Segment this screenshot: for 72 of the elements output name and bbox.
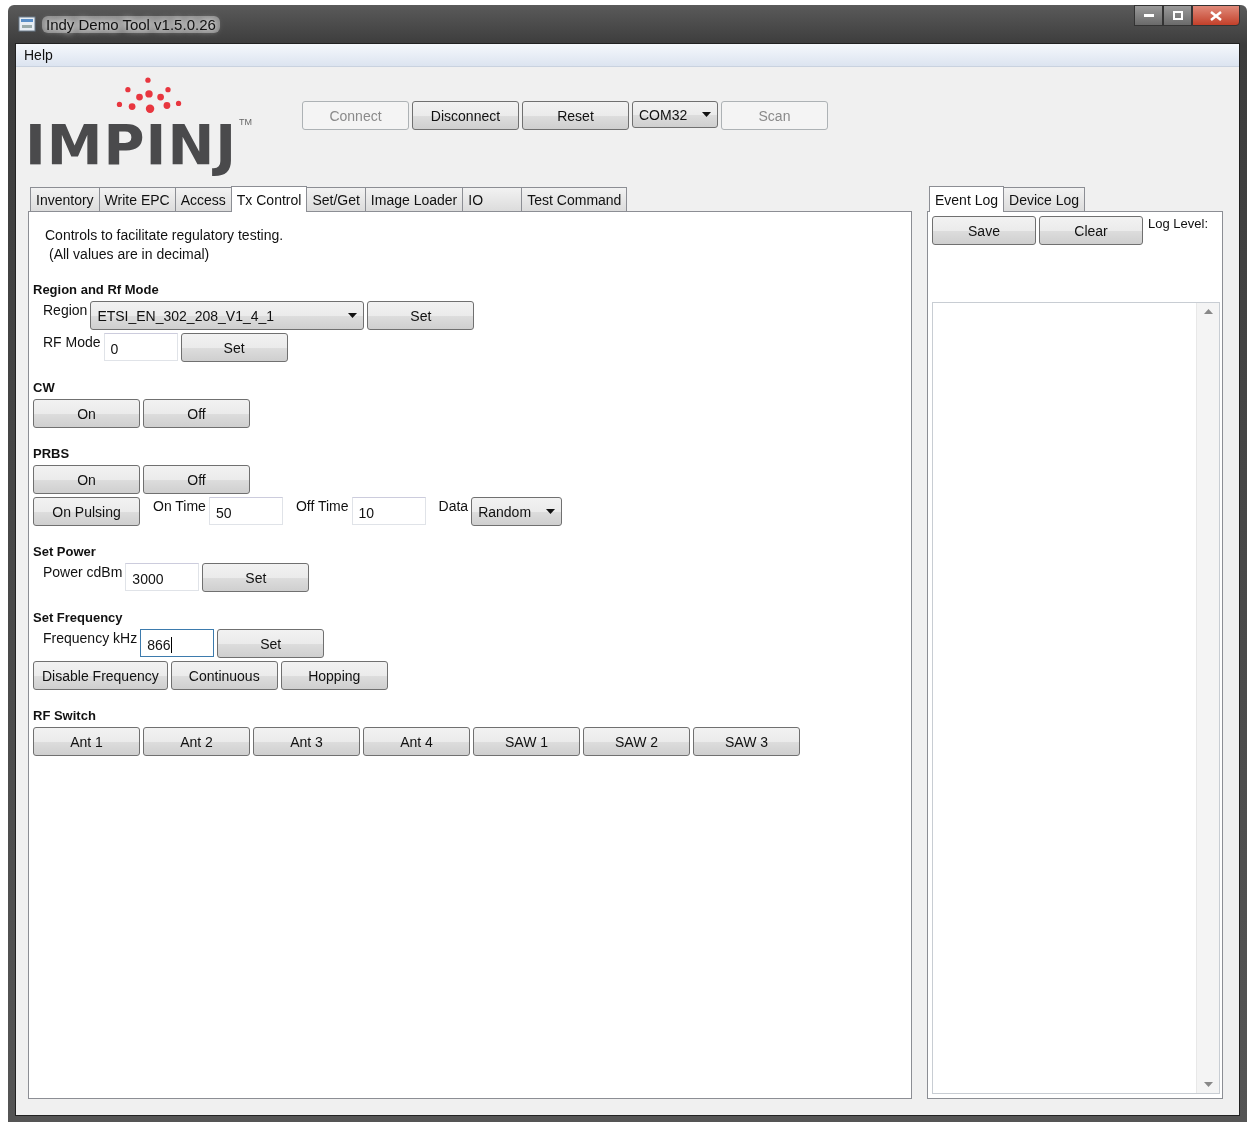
minimize-icon: [1143, 13, 1154, 18]
input-field[interactable]: 3000: [125, 563, 200, 591]
action-button[interactable]: Ant 2: [143, 727, 250, 756]
field-label: Power cdBm: [43, 563, 123, 581]
maximize-icon: [1172, 11, 1183, 20]
section-title: PRBS: [33, 446, 71, 461]
field-label: Region: [43, 301, 88, 319]
tab[interactable]: Event Log: [929, 186, 1005, 212]
dropdown-caret-icon: [348, 313, 358, 318]
field-label: On Time: [153, 497, 206, 515]
tab[interactable]: Write EPC: [98, 187, 176, 211]
field-label: Frequency kHz: [43, 629, 138, 647]
description-text: (All values are in decimal): [48, 245, 211, 264]
data-dropdown[interactable]: Random: [471, 497, 563, 526]
log-level-label: Log Level:: [1148, 216, 1208, 231]
action-button[interactable]: Set: [217, 629, 325, 658]
trademark-mark: TM: [239, 117, 252, 127]
app-icon: [18, 16, 36, 32]
action-button[interactable]: Ant 1: [33, 727, 140, 756]
action-button[interactable]: SAW 3: [693, 727, 800, 756]
field-label: Data: [438, 497, 469, 515]
tab[interactable]: Inventory: [30, 187, 100, 211]
section-title: Region and Rf Mode: [33, 282, 160, 297]
maximize-button[interactable]: [1163, 5, 1192, 26]
input-field[interactable]: 866: [140, 629, 215, 657]
action-button[interactable]: Off: [143, 465, 250, 494]
menu-item[interactable]: Help: [16, 47, 61, 63]
tab[interactable]: Set/Get: [306, 187, 366, 211]
action-button[interactable]: On: [33, 399, 140, 428]
log-button[interactable]: Clear: [1039, 216, 1143, 245]
tab[interactable]: Tx Control: [230, 186, 308, 212]
action-button[interactable]: Disable Frequency: [33, 661, 168, 690]
region-dropdown[interactable]: ETSI_EN_302_208_V1_4_1: [90, 301, 365, 330]
action-button[interactable]: Ant 4: [363, 727, 470, 756]
field-label: Off Time: [295, 497, 349, 515]
toolbar-button[interactable]: Disconnect: [412, 101, 519, 130]
action-button[interactable]: Set: [367, 301, 475, 330]
dropdown-caret-icon: [546, 509, 556, 514]
action-button[interactable]: Set: [202, 563, 310, 592]
scrollbar[interactable]: [1196, 303, 1219, 1093]
input-field[interactable]: 0: [103, 333, 178, 361]
action-button[interactable]: SAW 1: [473, 727, 580, 756]
scroll-up-icon[interactable]: [1203, 309, 1213, 314]
section-title: CW: [33, 380, 56, 395]
action-button[interactable]: Continuous: [170, 661, 278, 690]
action-button[interactable]: Off: [143, 399, 250, 428]
action-button[interactable]: Ant 3: [253, 727, 360, 756]
description-text: Controls to facilitate regulatory testing.: [45, 226, 285, 245]
tab[interactable]: Device Log: [1003, 187, 1086, 211]
tab[interactable]: Test Command: [521, 187, 628, 211]
action-button[interactable]: Hopping: [280, 661, 388, 690]
close-button[interactable]: [1192, 5, 1240, 26]
action-button[interactable]: SAW 2: [583, 727, 690, 756]
close-icon: [1210, 10, 1222, 21]
input-field[interactable]: 50: [208, 497, 283, 525]
tab[interactable]: IO: [462, 187, 523, 211]
dropdown-caret-icon: [702, 112, 711, 117]
input-field[interactable]: 10: [351, 497, 426, 525]
port-dropdown[interactable]: COM32: [632, 101, 718, 128]
tab[interactable]: Access: [174, 187, 232, 211]
minimize-button[interactable]: [1134, 5, 1163, 26]
tab[interactable]: Image Loader: [364, 187, 464, 211]
action-button[interactable]: On Pulsing: [33, 497, 140, 526]
field-label: RF Mode: [43, 333, 101, 351]
action-button[interactable]: On: [33, 465, 140, 494]
log-button[interactable]: Save: [932, 216, 1036, 245]
section-title: Set Frequency: [33, 610, 124, 625]
toolbar-button[interactable]: Reset: [522, 101, 629, 130]
section-title: Set Power: [33, 544, 97, 559]
scroll-down-icon[interactable]: [1203, 1082, 1213, 1087]
action-button[interactable]: Set: [180, 333, 288, 362]
section-title: RF Switch: [33, 708, 97, 723]
